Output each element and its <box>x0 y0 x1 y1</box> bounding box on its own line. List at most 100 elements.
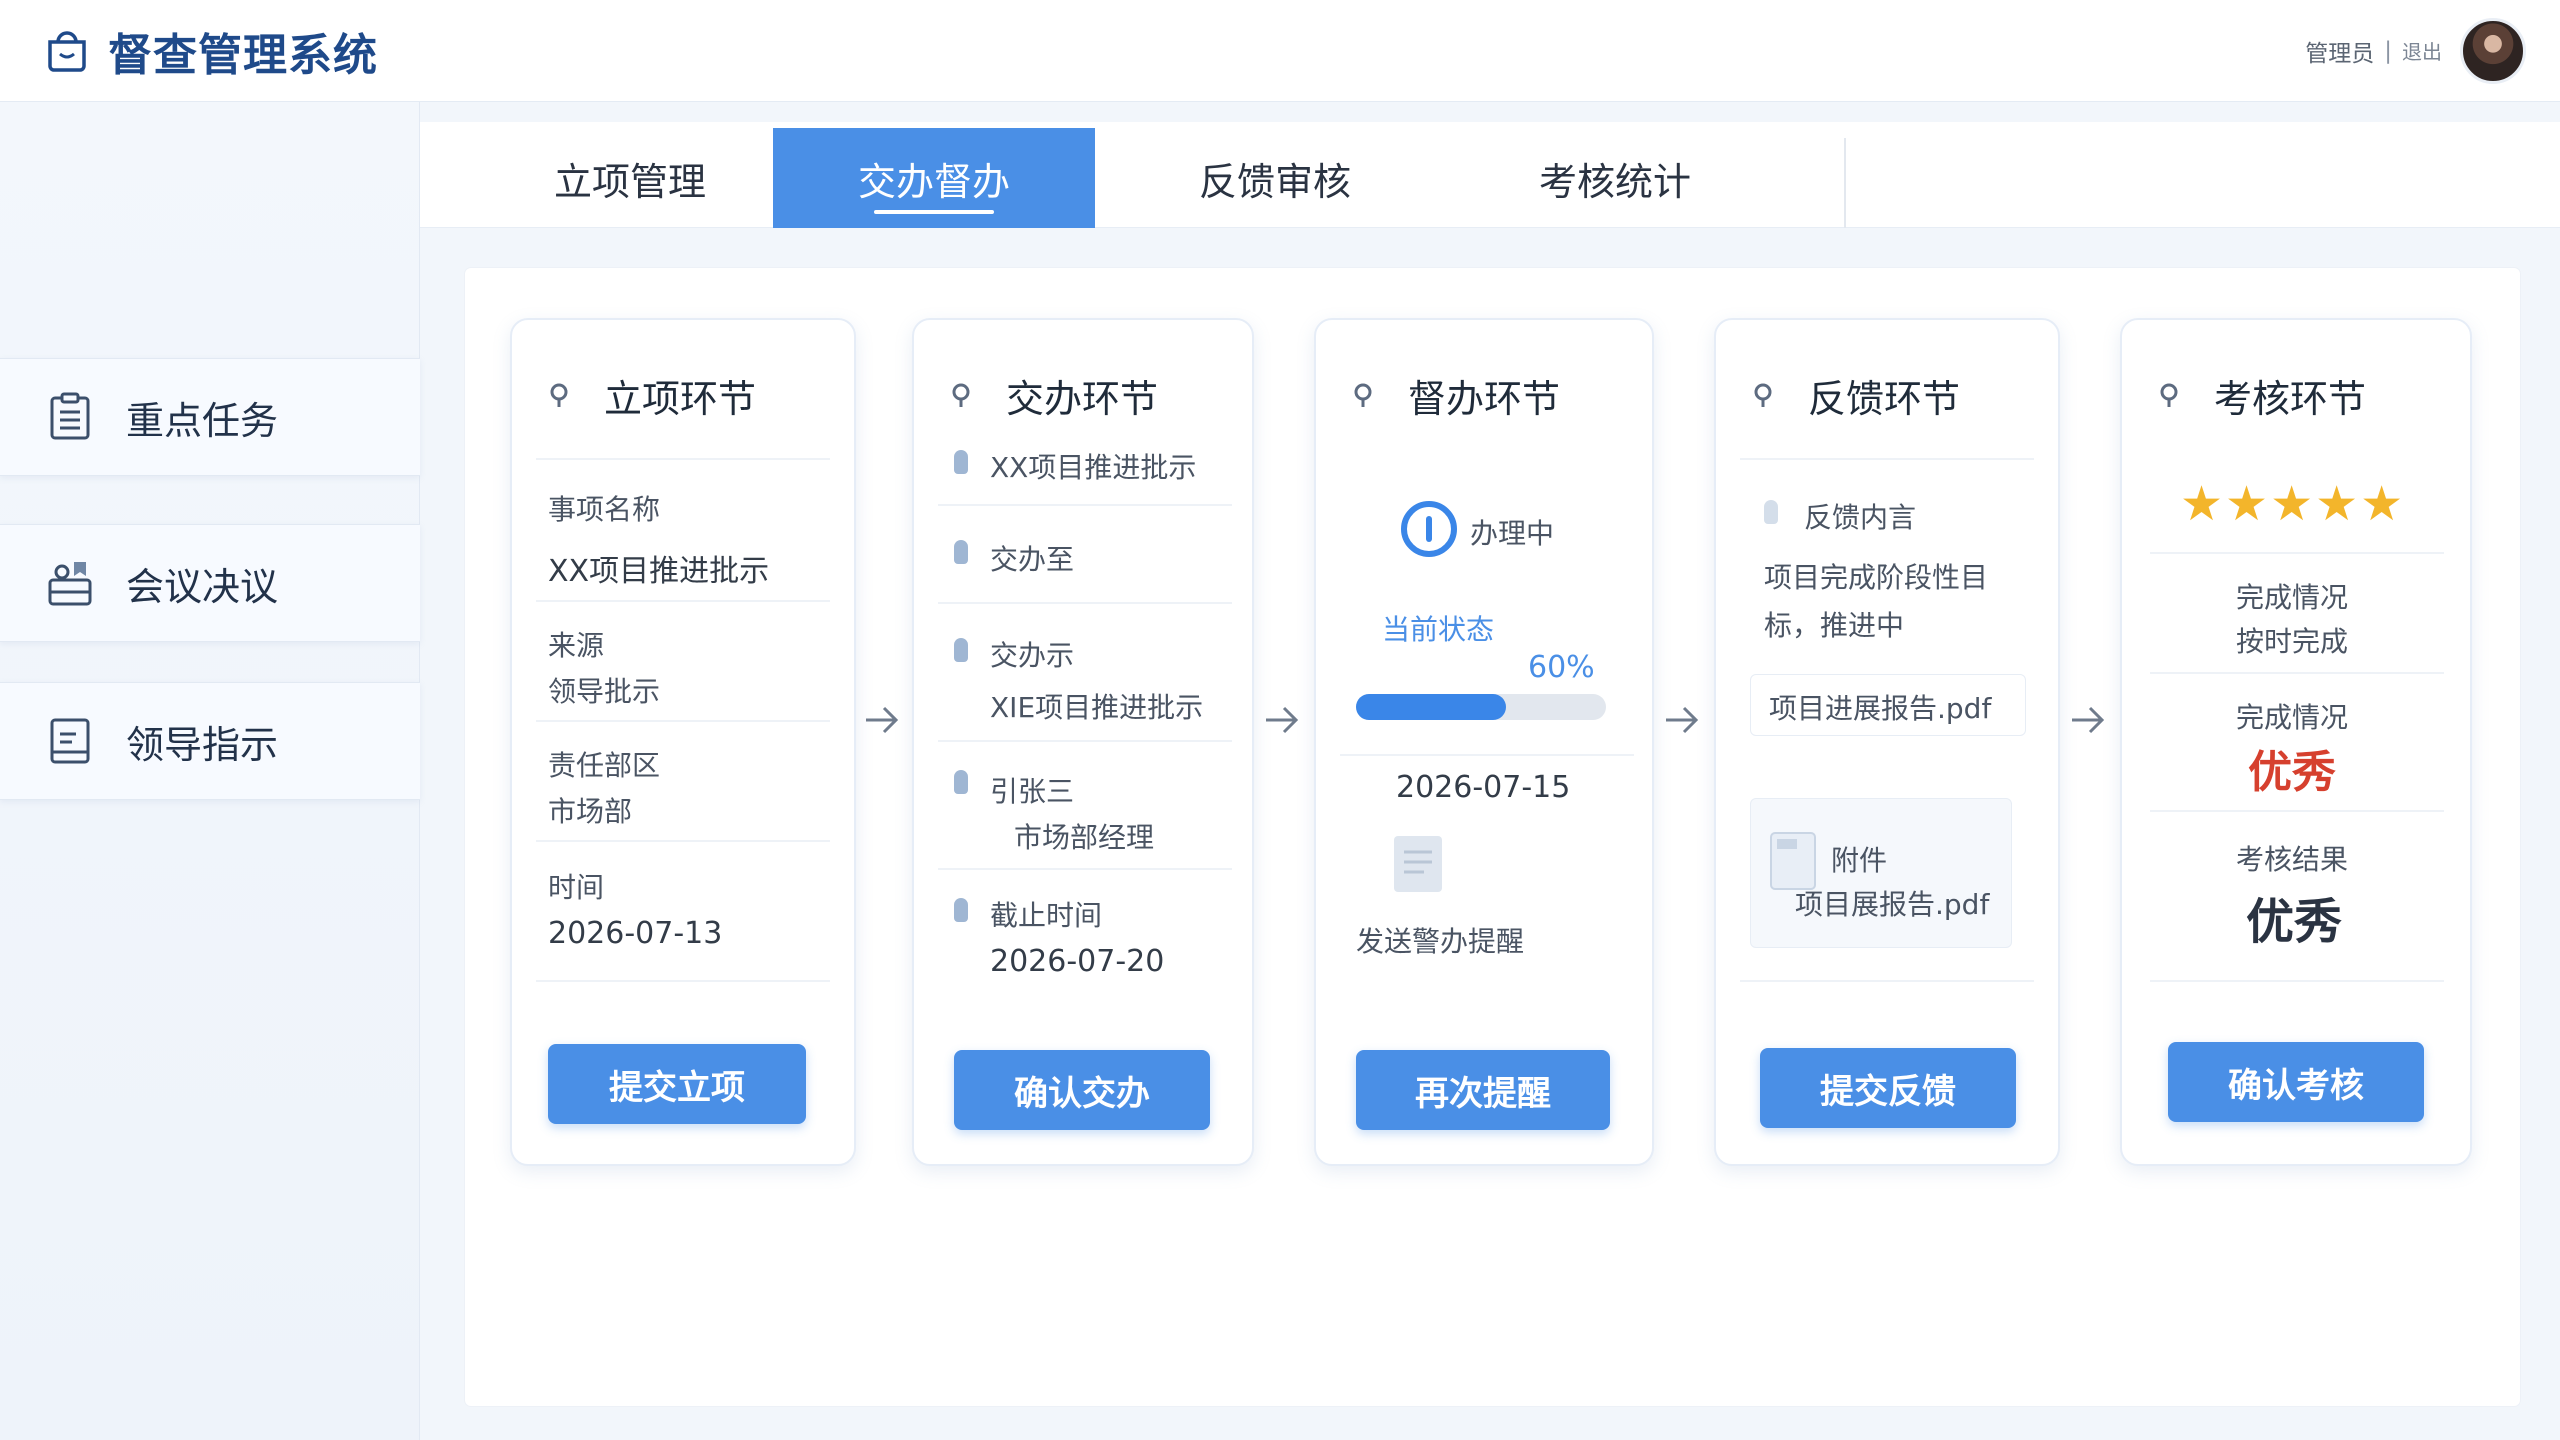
divider <box>1740 980 2034 982</box>
completion-label: 完成情况 <box>2236 581 2349 614</box>
avatar[interactable] <box>2460 17 2526 84</box>
stage-card-assign: 交办环节 XX项目推进批示 交办至 交办示 XIE项目推进批示 引张三 市场部经… <box>912 318 1254 1166</box>
location-pin-icon <box>1354 383 1372 407</box>
divider <box>938 868 1232 870</box>
card-header: 考核环节 <box>2158 368 2366 423</box>
assignee-position: 市场部经理 <box>1014 821 1155 854</box>
divider <box>536 720 830 722</box>
supervision-logo-icon <box>48 30 86 72</box>
dept-label: 责任部区 <box>548 749 661 782</box>
dept-value: 市场部 <box>548 795 633 828</box>
submit-feedback-button[interactable]: 提交反馈 <box>1760 1048 2016 1128</box>
sidebar-item-meeting-resolutions[interactable]: 会议决议 <box>0 524 420 642</box>
bullet-icon <box>954 638 968 662</box>
logout-link[interactable]: 退出 <box>2402 36 2442 65</box>
item-name-value: XX项目推进批示 <box>548 554 770 589</box>
card-header: 反馈环节 <box>1752 368 1960 423</box>
divider <box>1340 754 1634 756</box>
card-header: 立项环节 <box>548 368 756 423</box>
send-reminder-text: 发送警办提醒 <box>1356 925 1525 958</box>
location-pin-icon <box>952 383 970 407</box>
divider <box>2150 980 2444 982</box>
assign-to-label: 交办至 <box>990 543 1075 576</box>
attachment-file-name: 项目展报告.pdf <box>1795 888 1990 921</box>
stage-card-feedback: 反馈环节 反馈内言 项目完成阶段性目 标，推进中 项目进展报告.pdf 附件 项… <box>1714 318 2060 1166</box>
item-name-label: 事项名称 <box>548 493 661 526</box>
result-label: 考核结果 <box>2236 843 2349 876</box>
arrow-right-icon <box>866 706 899 734</box>
location-pin-icon <box>1754 383 1772 407</box>
submit-project-button[interactable]: 提交立项 <box>548 1044 806 1124</box>
star-icon: ★ <box>2180 476 2224 532</box>
divider <box>2150 810 2444 812</box>
user-area: 管理员 | 退出 <box>2305 17 2526 84</box>
star-icon: ★ <box>2360 476 2404 532</box>
feedback-content-line2: 标，推进中 <box>1764 609 1905 642</box>
assignee-name: 引张三 <box>990 775 1075 808</box>
document-icon <box>50 718 90 764</box>
location-pin-icon <box>2160 383 2178 407</box>
divider <box>938 602 1232 604</box>
app-title: 督查管理系统 <box>108 29 378 81</box>
source-value: 领导批示 <box>548 675 661 708</box>
tab-divider <box>1844 138 1846 228</box>
arrow-right-icon <box>1266 706 1299 734</box>
sidebar-item-key-tasks[interactable]: 重点任务 <box>0 358 420 476</box>
remind-again-button[interactable]: 再次提醒 <box>1356 1050 1610 1130</box>
report-file-name: 项目进展报告.pdf <box>1769 692 1992 725</box>
divider <box>536 980 830 982</box>
divider <box>2150 672 2444 674</box>
user-name: 管理员 <box>2305 40 2375 67</box>
arrow-right-icon <box>1666 706 1699 734</box>
card-title: 立项环节 <box>604 377 757 421</box>
divider <box>536 458 830 460</box>
tab-assign-supervise[interactable]: 交办督办 <box>773 128 1095 228</box>
time-value: 2026-07-13 <box>548 916 723 951</box>
deadline-label: 截止时间 <box>990 899 1103 932</box>
tab-project-management[interactable]: 立项管理 <box>480 128 780 228</box>
card-title: 交办环节 <box>1006 377 1159 421</box>
divider <box>1740 458 2034 460</box>
bullet-icon <box>954 540 968 564</box>
tab-assessment-stats[interactable]: 考核统计 <box>1440 128 1790 228</box>
sidebar-item-label: 会议决议 <box>126 564 279 609</box>
bullet-icon <box>954 898 968 922</box>
meeting-icon <box>48 562 92 606</box>
sidebar-item-leader-instructions[interactable]: 领导指示 <box>0 682 420 800</box>
quality-label: 完成情况 <box>2236 701 2349 734</box>
assign-detail-value: XIE项目推进批示 <box>990 691 1204 724</box>
divider <box>2150 552 2444 554</box>
tab-bar: 立项管理 交办督办 反馈审核 考核统计 <box>420 122 2560 228</box>
bullet-icon <box>1764 500 1778 524</box>
sidebar: 重点任务 会议决议 领导指示 <box>0 102 420 1440</box>
result-value: 优秀 <box>2246 894 2343 950</box>
app-header: 督查管理系统 管理员 | 退出 <box>0 0 2560 102</box>
time-label: 时间 <box>548 871 605 904</box>
current-status-label: 当前状态 <box>1382 613 1495 646</box>
confirm-assessment-button[interactable]: 确认考核 <box>2168 1042 2424 1122</box>
quality-value: 优秀 <box>2248 747 2336 798</box>
card-title: 反馈环节 <box>1808 377 1961 421</box>
card-title: 督办环节 <box>1408 377 1561 421</box>
report-file-row[interactable]: 项目进展报告.pdf <box>1750 674 2026 736</box>
stage-card-project: 立项环节 事项名称 XX项目推进批示 来源 领导批示 责任部区 市场部 时间 2… <box>510 318 856 1166</box>
card-header: 交办环节 <box>950 368 1158 423</box>
tab-feedback-review[interactable]: 反馈审核 <box>1110 128 1440 228</box>
stage-card-assess: 考核环节 ★ ★ ★ ★ ★ 完成情况 按时完成 完成情况 优秀 考核结果 优秀 确认考… <box>2120 318 2472 1166</box>
rating-stars: ★ ★ ★ ★ ★ <box>2180 480 2403 528</box>
clipboard-icon <box>50 392 90 440</box>
divider <box>536 840 830 842</box>
attachment-box[interactable]: 附件 项目展报告.pdf <box>1750 798 2012 948</box>
completion-value: 按时完成 <box>2236 625 2349 658</box>
card-header: 督办环节 <box>1352 368 1560 423</box>
deadline-value: 2026-07-20 <box>990 944 1165 979</box>
brand: 督查管理系统 <box>44 19 378 83</box>
source-label: 来源 <box>548 629 605 662</box>
stage-card-supervise: 督办环节 办理中 当前状态 60% 2026-07-15 发送警办提醒 再次提醒 <box>1314 318 1654 1166</box>
processing-status-icon <box>1401 501 1457 557</box>
attachment-label: 附件 <box>1831 844 1888 877</box>
location-pin-icon <box>550 383 568 407</box>
confirm-assign-button[interactable]: 确认交办 <box>954 1050 1210 1130</box>
assign-detail-label: 交办示 <box>990 639 1075 672</box>
card-title: 考核环节 <box>2214 377 2367 421</box>
